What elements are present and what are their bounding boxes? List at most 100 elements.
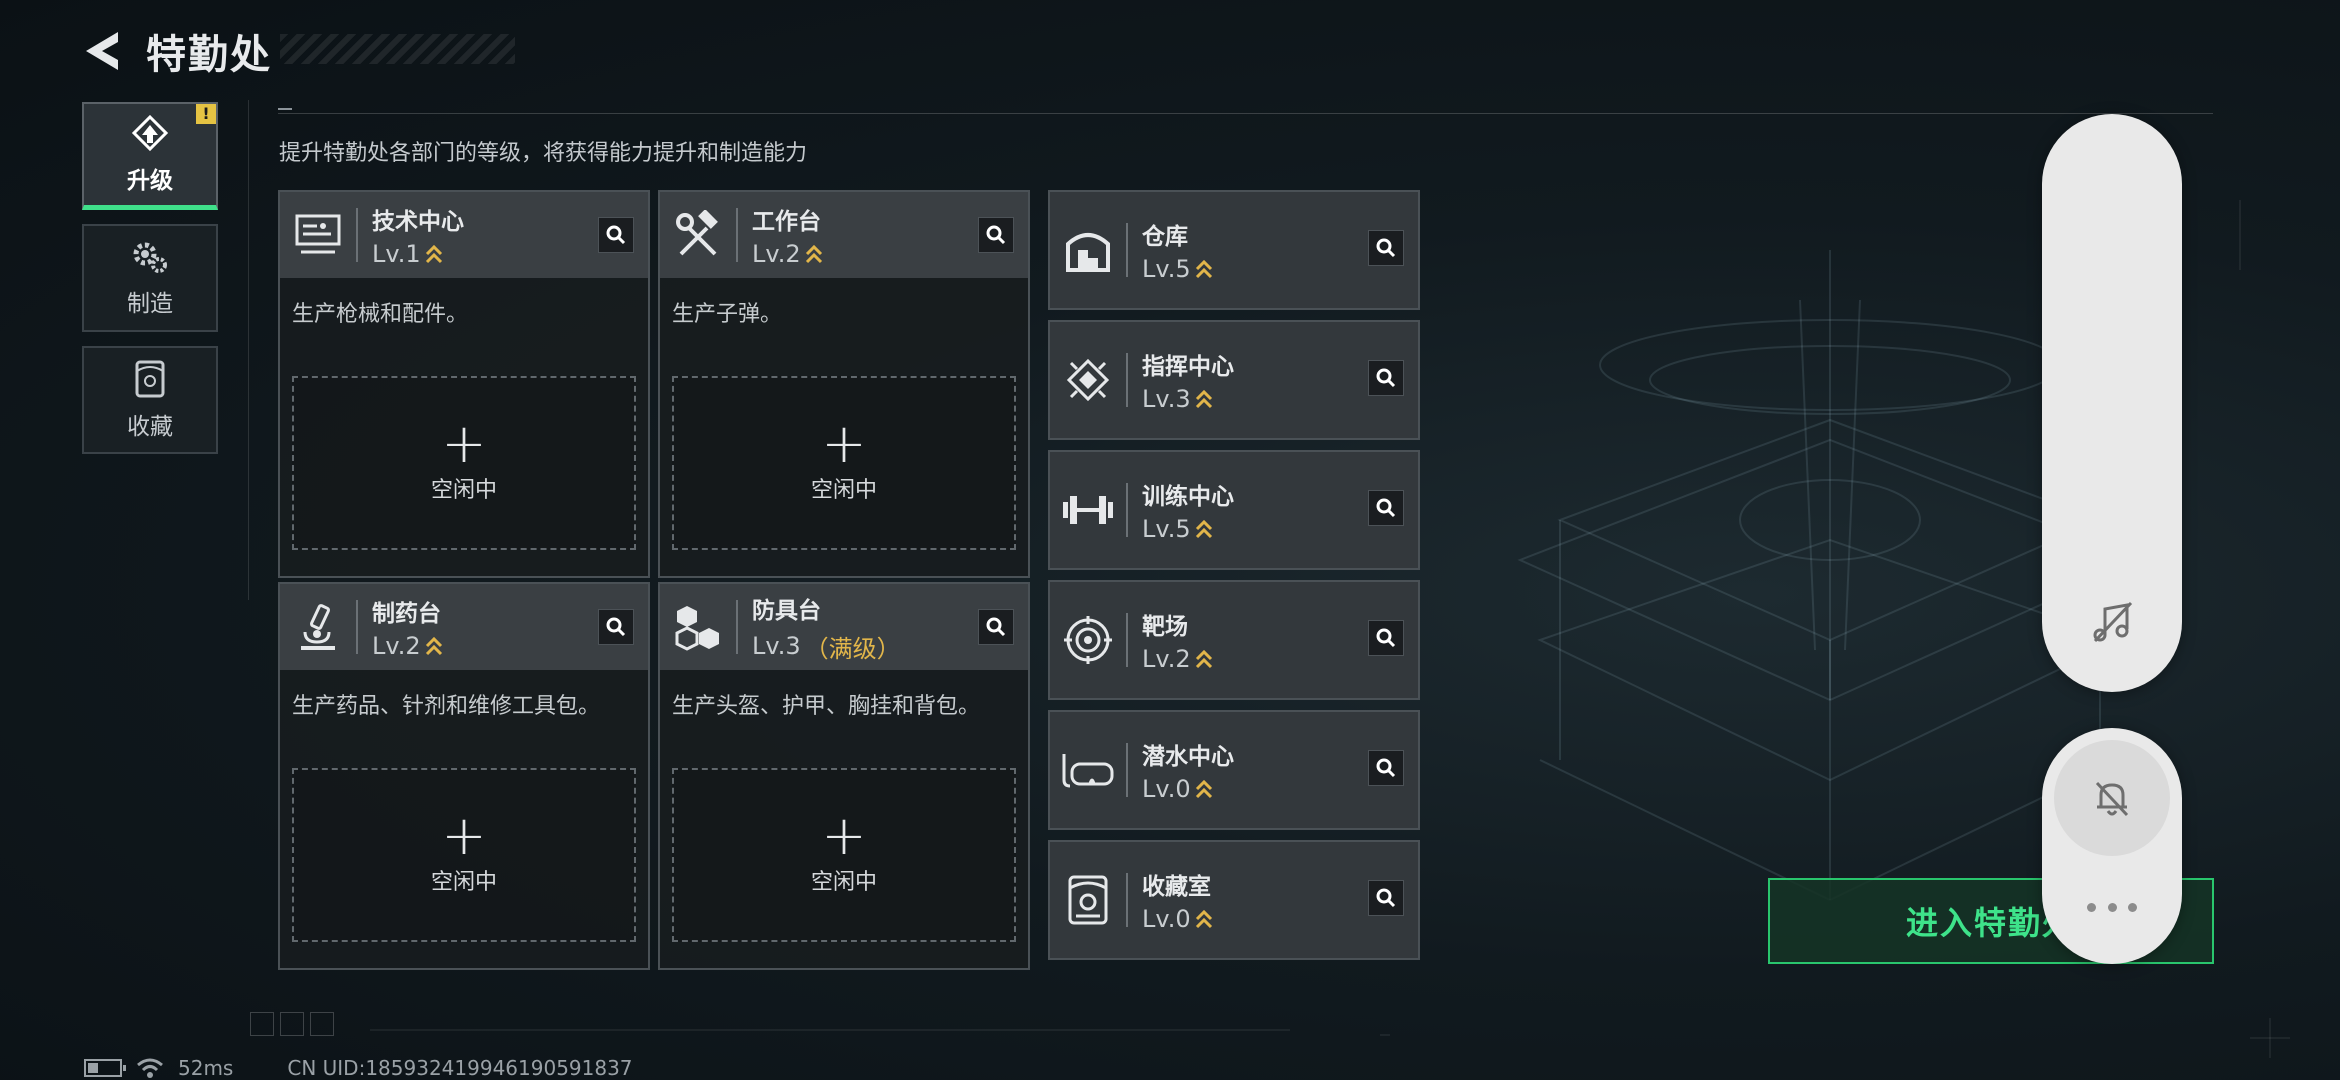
- card-header: 制药台 Lv.2: [280, 584, 648, 670]
- search-icon: [1376, 238, 1396, 258]
- department-name: 仓库: [1142, 224, 1188, 250]
- tab-collection[interactable]: 收藏: [82, 346, 218, 454]
- add-icon: +: [821, 412, 867, 475]
- deco-square: [250, 1012, 274, 1036]
- inspect-button[interactable]: [598, 217, 634, 253]
- section-description: 提升特勤处各部门的等级，将获得能力提升和制造能力: [279, 141, 808, 166]
- bell-off-icon: [2095, 781, 2129, 817]
- level-text: Lv.0: [1142, 775, 1191, 803]
- inspect-button[interactable]: [1368, 360, 1404, 396]
- target-icon: [1050, 582, 1126, 698]
- gears-icon: [133, 242, 167, 273]
- separator: [356, 208, 358, 262]
- department-name: 靶场: [1142, 614, 1188, 640]
- inspect-button[interactable]: [978, 217, 1014, 253]
- inspect-button[interactable]: [1368, 230, 1404, 266]
- department-level: Lv.0: [1142, 905, 1213, 933]
- level-text: Lv.0: [1142, 905, 1191, 933]
- inspect-button[interactable]: [978, 609, 1014, 645]
- department-level: Lv.0: [1142, 775, 1234, 803]
- inspect-button[interactable]: [1368, 880, 1404, 916]
- separator: [356, 600, 358, 654]
- dot: [2128, 902, 2137, 912]
- upgrade-chevron-icon: [425, 636, 442, 656]
- slot-status: 空闲中: [430, 870, 497, 895]
- separator: [1126, 483, 1128, 537]
- dumbbell-icon: [1050, 452, 1126, 568]
- upgrade-chevron-icon: [1195, 259, 1212, 279]
- back-button[interactable]: [80, 26, 124, 76]
- monitor-icon: [280, 192, 356, 278]
- department-shooting-range[interactable]: 靶场 Lv.2: [1048, 580, 1420, 700]
- card-title: 技术中心: [372, 209, 464, 235]
- slot-status: 空闲中: [810, 870, 877, 895]
- upgrade-chevron-icon: [1195, 649, 1212, 669]
- card-armor-bench[interactable]: 防具台 Lv.3 （满级） 生产头盔、护甲、胸挂和背包。 + 空闲中: [658, 582, 1030, 970]
- slot-status: 空闲中: [810, 478, 877, 503]
- add-icon: +: [441, 804, 487, 867]
- department-warehouse[interactable]: 仓库 Lv.5: [1048, 190, 1420, 310]
- card-workbench[interactable]: 工作台 Lv.2 生产子弹。 + 空闲中: [658, 190, 1030, 578]
- department-name: 收藏室: [1142, 874, 1211, 900]
- upgrade-chevron-icon: [1195, 389, 1212, 409]
- tab-upgrade[interactable]: ! 升级: [82, 102, 218, 210]
- production-slot[interactable]: + 空闲中: [672, 768, 1016, 942]
- more-options-button[interactable]: [2087, 892, 2137, 922]
- inspect-button[interactable]: [1368, 620, 1404, 656]
- card-header: 技术中心 Lv.1: [280, 192, 648, 278]
- department-level: Lv.5: [1142, 515, 1234, 543]
- search-icon: [986, 617, 1006, 637]
- warning-badge: !: [196, 104, 216, 124]
- card-pharmacy[interactable]: 制药台 Lv.2 生产药品、针剂和维修工具包。 + 空闲中: [278, 582, 650, 970]
- separator: [736, 208, 738, 262]
- inspect-button[interactable]: [1368, 490, 1404, 526]
- production-slot[interactable]: + 空闲中: [292, 376, 636, 550]
- level-text: Lv.1: [372, 240, 421, 268]
- tools-icon: [660, 192, 736, 278]
- inspect-button[interactable]: [598, 609, 634, 645]
- card-header: 防具台 Lv.3 （满级）: [660, 584, 1028, 670]
- department-command-center[interactable]: 指挥中心 Lv.3: [1048, 320, 1420, 440]
- divider-tick: [278, 108, 292, 110]
- card-description: 生产子弹。: [672, 302, 783, 327]
- bottom-decoration: [250, 1012, 334, 1036]
- department-training-center[interactable]: 训练中心 Lv.5: [1048, 450, 1420, 570]
- divider: [248, 100, 249, 600]
- level-text: Lv.5: [1142, 255, 1191, 283]
- ping-value: 52ms: [178, 1056, 234, 1080]
- card-description: 生产枪械和配件。: [292, 302, 469, 327]
- status-bar: 52ms CN UID:185932419946190591837: [84, 1056, 633, 1080]
- department-level: Lv.5: [1142, 255, 1213, 283]
- department-diving-center[interactable]: 潜水中心 Lv.0: [1048, 710, 1420, 830]
- search-icon: [1376, 498, 1396, 518]
- music-off-button[interactable]: [2054, 564, 2170, 680]
- card-level: Lv.1: [372, 240, 464, 268]
- inspect-button[interactable]: [1368, 750, 1404, 786]
- card-level: Lv.2: [372, 632, 443, 660]
- separator: [1126, 873, 1128, 927]
- card-tech-center[interactable]: 技术中心 Lv.1 生产枪械和配件。 + 空闲中: [278, 190, 650, 578]
- card-level: Lv.2: [752, 240, 823, 268]
- tab-upgrade-label: 升级: [127, 167, 173, 194]
- card-level: Lv.3 （满级）: [752, 629, 901, 664]
- search-icon: [606, 225, 626, 245]
- upgrade-chevron-icon: [1195, 779, 1212, 799]
- card-title: 工作台: [752, 209, 821, 235]
- page-header: 特勤处: [80, 22, 272, 80]
- mute-notifications-button[interactable]: [2054, 740, 2170, 856]
- separator: [1126, 353, 1128, 407]
- production-slot[interactable]: + 空闲中: [672, 376, 1016, 550]
- tab-craft[interactable]: 制造: [82, 224, 218, 332]
- tab-collection-label: 收藏: [127, 414, 173, 440]
- level-text: Lv.3: [752, 632, 801, 660]
- add-icon: +: [441, 412, 487, 475]
- production-slot[interactable]: + 空闲中: [292, 768, 636, 942]
- separator: [1126, 743, 1128, 797]
- collection-case-icon: [135, 360, 165, 398]
- deco-square: [280, 1012, 304, 1036]
- collection-icon: [1050, 842, 1126, 958]
- department-collection-room[interactable]: 收藏室 Lv.0: [1048, 840, 1420, 960]
- warehouse-icon: [1050, 192, 1126, 308]
- separator: [1126, 613, 1128, 667]
- dot: [2087, 902, 2096, 912]
